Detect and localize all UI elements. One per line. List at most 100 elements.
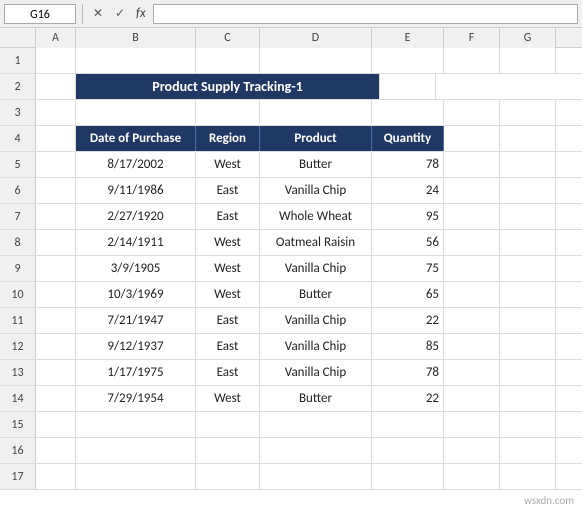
cell-region-13[interactable]: East xyxy=(196,360,260,385)
cell-product-6[interactable]: Vanilla Chip xyxy=(260,178,372,203)
cell-date-13[interactable]: 1/17/1975 xyxy=(76,360,196,385)
cell-b15[interactable] xyxy=(76,412,196,437)
cell-g14[interactable] xyxy=(500,386,556,411)
col-header-b[interactable]: B xyxy=(76,28,196,48)
confirm-icon[interactable]: ✓ xyxy=(111,5,129,23)
header-quantity[interactable]: Quantity xyxy=(372,126,444,151)
cell-g3[interactable] xyxy=(500,100,556,125)
cell-c15[interactable] xyxy=(196,412,260,437)
cell-qty-5[interactable]: 78 xyxy=(372,152,444,177)
col-header-g[interactable]: G xyxy=(500,28,556,48)
cell-qty-9[interactable]: 75 xyxy=(372,256,444,281)
col-header-d[interactable]: D xyxy=(260,28,372,48)
cell-product-8[interactable]: Oatmeal Raisin xyxy=(260,230,372,255)
cell-a5[interactable] xyxy=(36,152,76,177)
cell-product-12[interactable]: Vanilla Chip xyxy=(260,334,372,359)
cell-date-12[interactable]: 9/12/1937 xyxy=(76,334,196,359)
cell-product-14[interactable]: Butter xyxy=(260,386,372,411)
cell-date-6[interactable]: 9/11/1986 xyxy=(76,178,196,203)
cell-date-5[interactable]: 8/17/2002 xyxy=(76,152,196,177)
cell-qty-7[interactable]: 95 xyxy=(372,204,444,229)
cell-f16[interactable] xyxy=(444,438,500,463)
cell-e1[interactable] xyxy=(372,48,444,73)
cell-region-9[interactable]: West xyxy=(196,256,260,281)
cell-a12[interactable] xyxy=(36,334,76,359)
cell-g12[interactable] xyxy=(500,334,556,359)
header-product[interactable]: Product xyxy=(260,126,372,151)
cell-region-8[interactable]: West xyxy=(196,230,260,255)
cell-b1[interactable] xyxy=(76,48,196,73)
cell-g16[interactable] xyxy=(500,438,556,463)
cell-qty-8[interactable]: 56 xyxy=(372,230,444,255)
cancel-icon[interactable]: ✕ xyxy=(89,5,107,23)
cell-c16[interactable] xyxy=(196,438,260,463)
name-box[interactable]: G16 xyxy=(4,4,76,24)
cell-a8[interactable] xyxy=(36,230,76,255)
cell-a11[interactable] xyxy=(36,308,76,333)
cell-d15[interactable] xyxy=(260,412,372,437)
cell-g17[interactable] xyxy=(500,464,556,489)
cell-qty-12[interactable]: 85 xyxy=(372,334,444,359)
col-header-a[interactable]: A xyxy=(36,28,76,48)
cell-e17[interactable] xyxy=(372,464,444,489)
cell-g9[interactable] xyxy=(500,256,556,281)
cell-product-10[interactable]: Butter xyxy=(260,282,372,307)
cell-f1[interactable] xyxy=(444,48,500,73)
cell-g1[interactable] xyxy=(500,48,556,73)
cell-qty-10[interactable]: 65 xyxy=(372,282,444,307)
col-header-c[interactable]: C xyxy=(196,28,260,48)
cell-g5[interactable] xyxy=(500,152,556,177)
cell-g15[interactable] xyxy=(500,412,556,437)
cell-date-7[interactable]: 2/27/1920 xyxy=(76,204,196,229)
cell-g11[interactable] xyxy=(500,308,556,333)
cell-d17[interactable] xyxy=(260,464,372,489)
cell-f13[interactable] xyxy=(444,360,500,385)
cell-g7[interactable] xyxy=(500,204,556,229)
cell-a7[interactable] xyxy=(36,204,76,229)
col-header-f[interactable]: F xyxy=(444,28,500,48)
cell-f6[interactable] xyxy=(444,178,500,203)
cell-product-7[interactable]: Whole Wheat xyxy=(260,204,372,229)
cell-a17[interactable] xyxy=(36,464,76,489)
cell-region-6[interactable]: East xyxy=(196,178,260,203)
cell-f10[interactable] xyxy=(444,282,500,307)
cell-d3[interactable] xyxy=(260,100,372,125)
cell-a10[interactable] xyxy=(36,282,76,307)
cell-a3[interactable] xyxy=(36,100,76,125)
cell-product-13[interactable]: Vanilla Chip xyxy=(260,360,372,385)
cell-a16[interactable] xyxy=(36,438,76,463)
cell-qty-13[interactable]: 78 xyxy=(372,360,444,385)
formula-input[interactable] xyxy=(153,4,578,24)
cell-product-5[interactable]: Butter xyxy=(260,152,372,177)
cell-b16[interactable] xyxy=(76,438,196,463)
cell-f14[interactable] xyxy=(444,386,500,411)
cell-a6[interactable] xyxy=(36,178,76,203)
cell-qty-6[interactable]: 24 xyxy=(372,178,444,203)
cell-f9[interactable] xyxy=(444,256,500,281)
cell-d1[interactable] xyxy=(260,48,372,73)
cell-date-8[interactable]: 2/14/1911 xyxy=(76,230,196,255)
cell-f4[interactable] xyxy=(444,126,500,151)
cell-product-11[interactable]: Vanilla Chip xyxy=(260,308,372,333)
header-date[interactable]: Date of Purchase xyxy=(76,126,196,151)
cell-e16[interactable] xyxy=(372,438,444,463)
cell-date-10[interactable]: 10/3/1969 xyxy=(76,282,196,307)
cell-product-9[interactable]: Vanilla Chip xyxy=(260,256,372,281)
cell-f15[interactable] xyxy=(444,412,500,437)
cell-a4[interactable] xyxy=(36,126,76,151)
cell-d16[interactable] xyxy=(260,438,372,463)
cell-region-5[interactable]: West xyxy=(196,152,260,177)
cell-a2[interactable] xyxy=(36,74,76,99)
title-cell[interactable]: Product Supply Tracking-1 xyxy=(76,74,380,99)
cell-region-12[interactable]: East xyxy=(196,334,260,359)
cell-g8[interactable] xyxy=(500,230,556,255)
cell-g2[interactable] xyxy=(380,74,436,99)
cell-g13[interactable] xyxy=(500,360,556,385)
cell-a9[interactable] xyxy=(36,256,76,281)
cell-region-11[interactable]: East xyxy=(196,308,260,333)
cell-c17[interactable] xyxy=(196,464,260,489)
cell-b17[interactable] xyxy=(76,464,196,489)
cell-region-14[interactable]: West xyxy=(196,386,260,411)
cell-a13[interactable] xyxy=(36,360,76,385)
cell-region-10[interactable]: West xyxy=(196,282,260,307)
